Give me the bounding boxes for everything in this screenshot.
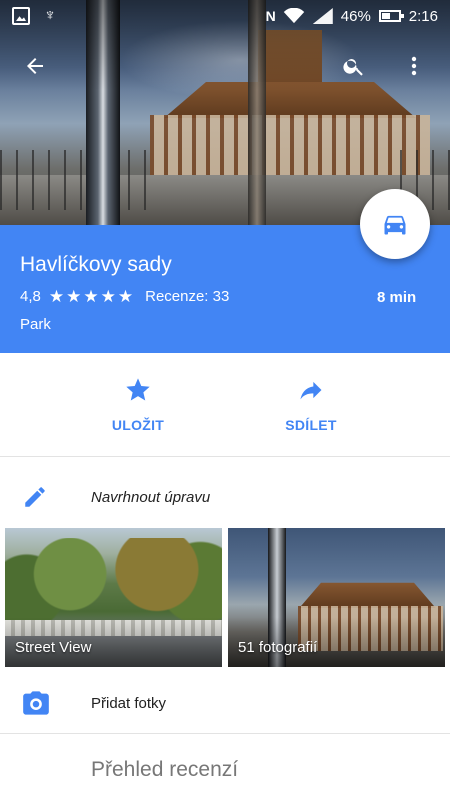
star-icon bbox=[126, 378, 150, 401]
add-photos-row[interactable]: Přidat fotky bbox=[0, 680, 450, 728]
hero-railing-left bbox=[0, 150, 150, 210]
status-time: 2:16 bbox=[408, 7, 438, 25]
street-view-caption: Street View bbox=[15, 639, 92, 656]
rating-value: 4,8 bbox=[20, 288, 41, 305]
share-button[interactable]: SDÍLET bbox=[251, 375, 371, 433]
drive-time: 8 min bbox=[377, 289, 417, 306]
search-button[interactable] bbox=[336, 48, 372, 84]
battery-percent: 46% bbox=[340, 7, 371, 25]
rating-row[interactable]: 4,8 ★ ★ ★ ★ ★ Recenze: 33 bbox=[20, 288, 229, 305]
status-bar: N 46% 2:16 bbox=[0, 0, 450, 32]
star-icon: ★ bbox=[100, 287, 116, 306]
reviews-summary-title: Přehled recenzí bbox=[91, 758, 239, 781]
search-icon bbox=[343, 59, 363, 76]
action-bar: ULOŽIT SDÍLET bbox=[0, 353, 450, 457]
nfc-icon: N bbox=[265, 8, 276, 24]
tile-trees bbox=[5, 538, 222, 628]
owl-icon bbox=[44, 7, 62, 25]
save-button[interactable]: ULOŽIT bbox=[78, 375, 198, 433]
wifi-icon bbox=[283, 8, 304, 24]
battery-fill bbox=[381, 13, 390, 19]
more-vert-icon bbox=[411, 56, 417, 76]
share-icon bbox=[300, 381, 322, 400]
place-title: Havlíčkovy sady bbox=[20, 253, 172, 276]
camera-icon bbox=[23, 691, 49, 715]
place-category: Park bbox=[20, 316, 51, 333]
more-options-button[interactable] bbox=[396, 48, 432, 84]
pencil-icon bbox=[25, 487, 45, 507]
street-view-tile[interactable]: Street View bbox=[5, 528, 222, 667]
section-divider bbox=[0, 733, 450, 734]
car-icon bbox=[384, 215, 406, 235]
rating-stars: ★ ★ ★ ★ ★ bbox=[49, 288, 133, 305]
photos-caption: 51 fotografií bbox=[238, 639, 318, 656]
share-label: SDÍLET bbox=[285, 417, 337, 433]
save-label: ULOŽIT bbox=[111, 417, 165, 433]
star-icon: ★ bbox=[83, 287, 99, 306]
signal-icon bbox=[312, 8, 333, 24]
battery-icon bbox=[378, 10, 404, 22]
reviews-count: Recenze: 33 bbox=[145, 288, 230, 305]
tile-pavilion-roof bbox=[299, 582, 436, 608]
photos-tile[interactable]: 51 fotografií bbox=[228, 528, 445, 667]
star-icon: ★ bbox=[117, 287, 134, 306]
star-icon: ★ bbox=[48, 287, 65, 306]
directions-button[interactable] bbox=[360, 189, 430, 259]
add-photos-label: Přidat fotky bbox=[91, 695, 167, 712]
suggest-edit-row[interactable]: Navrhnout úpravu bbox=[0, 475, 450, 520]
suggest-edit-label: Navrhnout úpravu bbox=[91, 489, 211, 506]
star-icon: ★ bbox=[66, 287, 82, 306]
gallery-icon bbox=[12, 7, 30, 25]
arrow-back-icon bbox=[27, 58, 43, 74]
back-button[interactable] bbox=[17, 48, 53, 84]
